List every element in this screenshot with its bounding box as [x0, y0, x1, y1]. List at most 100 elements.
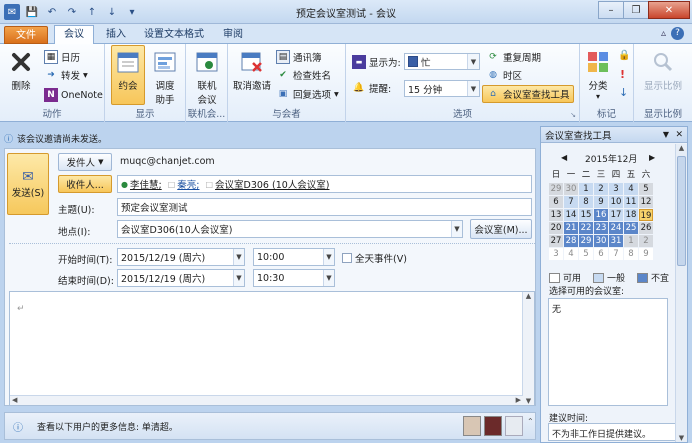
- message-body[interactable]: ↵ ▲ ▼ ◀ ▶: [9, 291, 535, 406]
- tab-file[interactable]: 文件: [4, 26, 48, 44]
- suggested-times-list[interactable]: 不为非工作日提供建议。: [548, 423, 678, 441]
- calendar-day[interactable]: 5: [639, 183, 653, 195]
- start-time-input[interactable]: 10:00 ▼: [253, 248, 335, 266]
- calendar-day[interactable]: 28: [564, 235, 578, 247]
- tab-format-text[interactable]: 设置文本格式: [136, 26, 212, 44]
- body-vertical-scrollbar[interactable]: ▲ ▼: [522, 292, 534, 405]
- calendar-day[interactable]: 7: [609, 248, 623, 260]
- minimize-ribbon-icon[interactable]: ▵: [661, 28, 666, 39]
- from-button[interactable]: 发件人 ▼: [58, 153, 112, 171]
- calendar-button[interactable]: ▦ 日历: [44, 50, 80, 64]
- calendar-day[interactable]: 3: [549, 248, 563, 260]
- recipient[interactable]: 秦亮;: [177, 177, 199, 191]
- send-button[interactable]: ✉ 发送(S): [7, 153, 49, 215]
- selected-day[interactable]: 19: [639, 209, 653, 221]
- calendar-day[interactable]: 4: [624, 183, 638, 195]
- prev-month-icon[interactable]: ◀: [561, 153, 567, 162]
- calendar-day[interactable]: 27: [549, 235, 563, 247]
- calendar-day[interactable]: 29: [549, 183, 563, 195]
- expand-people-pane-icon[interactable]: ⌃: [527, 417, 534, 426]
- scroll-down-icon[interactable]: ▼: [676, 434, 687, 442]
- tab-insert[interactable]: 插入: [98, 26, 134, 44]
- calendar-day[interactable]: 29: [579, 235, 593, 247]
- onenote-button[interactable]: N OneNote: [44, 88, 103, 102]
- calendar-day[interactable]: 18: [624, 209, 638, 221]
- calendar-day[interactable]: 7: [564, 196, 578, 208]
- avatar[interactable]: [484, 416, 502, 436]
- calendar-day[interactable]: 8: [579, 196, 593, 208]
- cancel-invitation-button[interactable]: 取消邀请: [232, 48, 272, 92]
- calendar-day[interactable]: 6: [549, 196, 563, 208]
- recipient[interactable]: 李佳慧;: [130, 177, 162, 191]
- calendar-day[interactable]: 16: [594, 209, 608, 221]
- forward-button[interactable]: ➜ 转发 ▾: [44, 68, 88, 83]
- appointment-button[interactable]: 约会: [111, 45, 145, 105]
- end-time-input[interactable]: 10:30 ▼: [253, 269, 335, 287]
- calendar-day[interactable]: 9: [639, 248, 653, 260]
- calendar-day[interactable]: 11: [624, 196, 638, 208]
- online-meeting-button[interactable]: 联机会议: [190, 48, 224, 106]
- pane-scrollbar[interactable]: ▲ ▼: [675, 144, 687, 442]
- calendar-day[interactable]: 21: [564, 222, 578, 234]
- time-zones-button[interactable]: ◍ 时区: [486, 68, 522, 82]
- end-date-input[interactable]: 2015/12/19 (周六) ▼: [117, 269, 245, 287]
- all-day-checkbox[interactable]: 全天事件(V): [342, 251, 407, 265]
- calendar-day[interactable]: 31: [609, 235, 623, 247]
- calendar-day[interactable]: 1: [579, 183, 593, 195]
- recurrence-button[interactable]: ⟳ 重复周期: [486, 50, 541, 64]
- categorize-button[interactable]: 分类 ▾: [583, 48, 613, 101]
- zoom-button[interactable]: 显示比例: [638, 48, 688, 92]
- high-importance-icon[interactable]: !: [620, 68, 625, 81]
- calendar-day[interactable]: 8: [624, 248, 638, 260]
- calendar-day[interactable]: 26: [639, 222, 653, 234]
- calendar-day[interactable]: 14: [564, 209, 578, 221]
- calendar-day[interactable]: 10: [609, 196, 623, 208]
- subject-input[interactable]: 预定会议室测试: [117, 198, 532, 216]
- calendar-day[interactable]: 23: [594, 222, 608, 234]
- location-input[interactable]: 会议室D306(10人会议室) ▼: [117, 220, 463, 238]
- scheduling-assistant-button[interactable]: 调度助手: [149, 48, 181, 106]
- checkbox-box[interactable]: [342, 253, 352, 263]
- calendar-day[interactable]: 2: [639, 235, 653, 247]
- reminder-select[interactable]: 15 分钟 ▼: [404, 80, 480, 97]
- scroll-up-icon[interactable]: ▲: [676, 144, 687, 152]
- calendar-day[interactable]: 13: [549, 209, 563, 221]
- to-button[interactable]: 收件人...: [58, 175, 112, 193]
- private-icon[interactable]: 🔒: [618, 50, 630, 61]
- recipient[interactable]: 会议室D306 (10人会议室): [215, 177, 329, 191]
- tab-review[interactable]: 审阅: [215, 26, 251, 44]
- avatar[interactable]: [463, 416, 481, 436]
- to-field[interactable]: ● 李佳慧; □ 秦亮; □ 会议室D306 (10人会议室): [117, 175, 532, 193]
- calendar-day[interactable]: 4: [564, 248, 578, 260]
- tab-meeting[interactable]: 会议: [54, 25, 94, 45]
- calendar-day[interactable]: 9: [594, 196, 608, 208]
- calendar-day[interactable]: 17: [609, 209, 623, 221]
- calendar-day[interactable]: 30: [564, 183, 578, 195]
- calendar-day[interactable]: 1: [624, 235, 638, 247]
- low-importance-icon[interactable]: ↓: [619, 86, 628, 99]
- show-as-select[interactable]: 忙 ▼: [404, 53, 480, 70]
- room-finder-button[interactable]: ⌂ 会议室查找工具: [482, 85, 574, 103]
- body-horizontal-scrollbar[interactable]: ◀ ▶: [10, 395, 523, 405]
- help-icon[interactable]: ?: [671, 27, 684, 40]
- pane-menu-icon[interactable]: ▼: [663, 130, 669, 139]
- calendar-day[interactable]: 24: [609, 222, 623, 234]
- restore-button[interactable]: ❐: [623, 1, 649, 19]
- start-date-input[interactable]: 2015/12/19 (周六) ▼: [117, 248, 245, 266]
- check-names-button[interactable]: ✔ 检查姓名: [276, 68, 331, 82]
- calendar-day[interactable]: 20: [549, 222, 563, 234]
- scroll-right-icon[interactable]: ▶: [516, 396, 521, 404]
- dialog-launcher-icon[interactable]: ↘: [570, 111, 576, 119]
- close-button[interactable]: ✕: [648, 1, 690, 19]
- close-pane-icon[interactable]: ✕: [675, 130, 683, 140]
- rooms-button[interactable]: 会议室(M)...: [470, 219, 532, 239]
- calendar-day[interactable]: 30: [594, 235, 608, 247]
- scrollbar-thumb[interactable]: [677, 156, 686, 266]
- calendar-day[interactable]: 2: [594, 183, 608, 195]
- next-month-icon[interactable]: ▶: [649, 153, 655, 162]
- calendar-day[interactable]: 15: [579, 209, 593, 221]
- calendar-day[interactable]: 22: [579, 222, 593, 234]
- calendar-day[interactable]: 12: [639, 196, 653, 208]
- rooms-list[interactable]: 无: [548, 298, 668, 406]
- calendar-day[interactable]: 3: [609, 183, 623, 195]
